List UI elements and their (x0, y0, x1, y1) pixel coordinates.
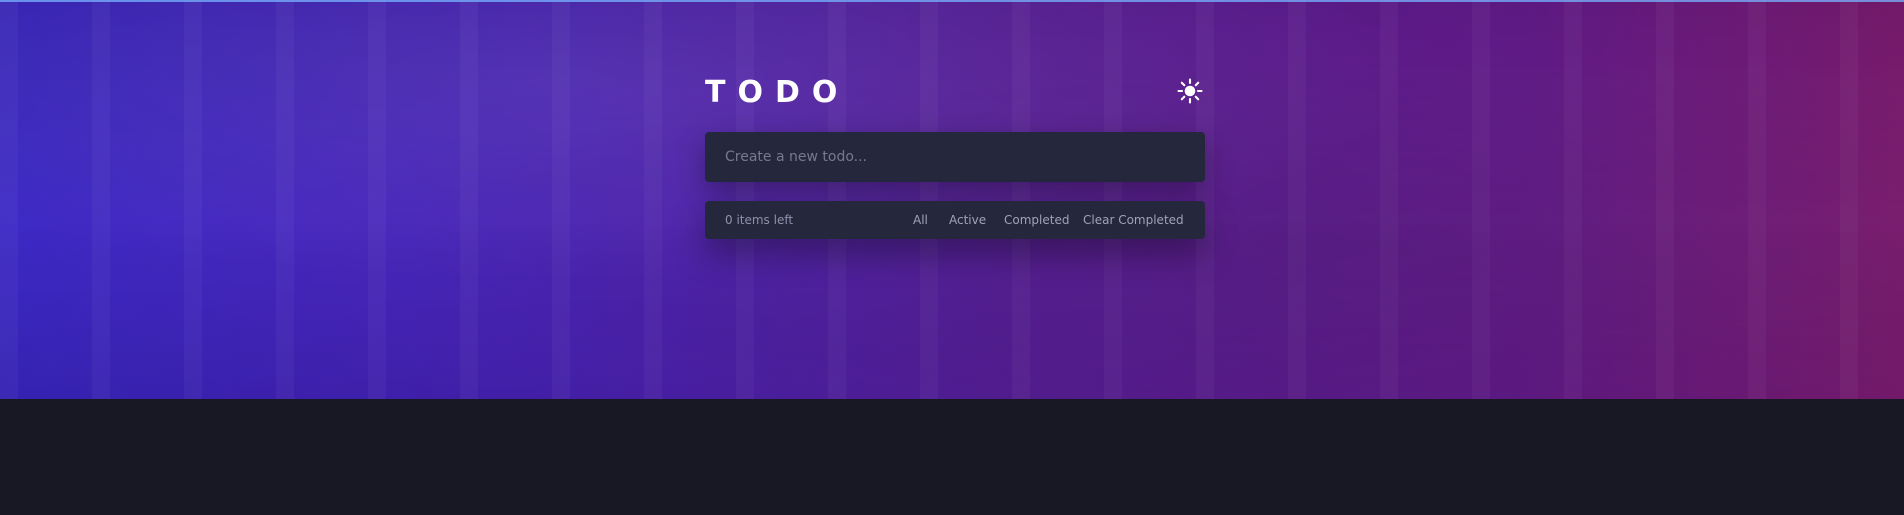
filter-completed-button[interactable]: Completed (1004, 211, 1069, 229)
app-header: TODO (705, 73, 1205, 113)
new-todo-input[interactable] (705, 132, 1205, 182)
page-background (0, 399, 1904, 515)
hero-background (0, 0, 1904, 399)
sun-icon (1177, 78, 1203, 104)
new-todo-bar (705, 132, 1205, 182)
hero-top-edge (0, 0, 1904, 2)
theme-toggle-button[interactable] (1176, 77, 1204, 105)
todo-footer: 0 items left All Active Completed Clear … (705, 201, 1205, 239)
app-title: TODO (705, 75, 850, 110)
filter-all-button[interactable]: All (913, 211, 928, 229)
items-left-count: 0 items left (725, 213, 794, 227)
clear-completed-button[interactable]: Clear Completed (1083, 211, 1184, 229)
filter-active-button[interactable]: Active (949, 211, 986, 229)
